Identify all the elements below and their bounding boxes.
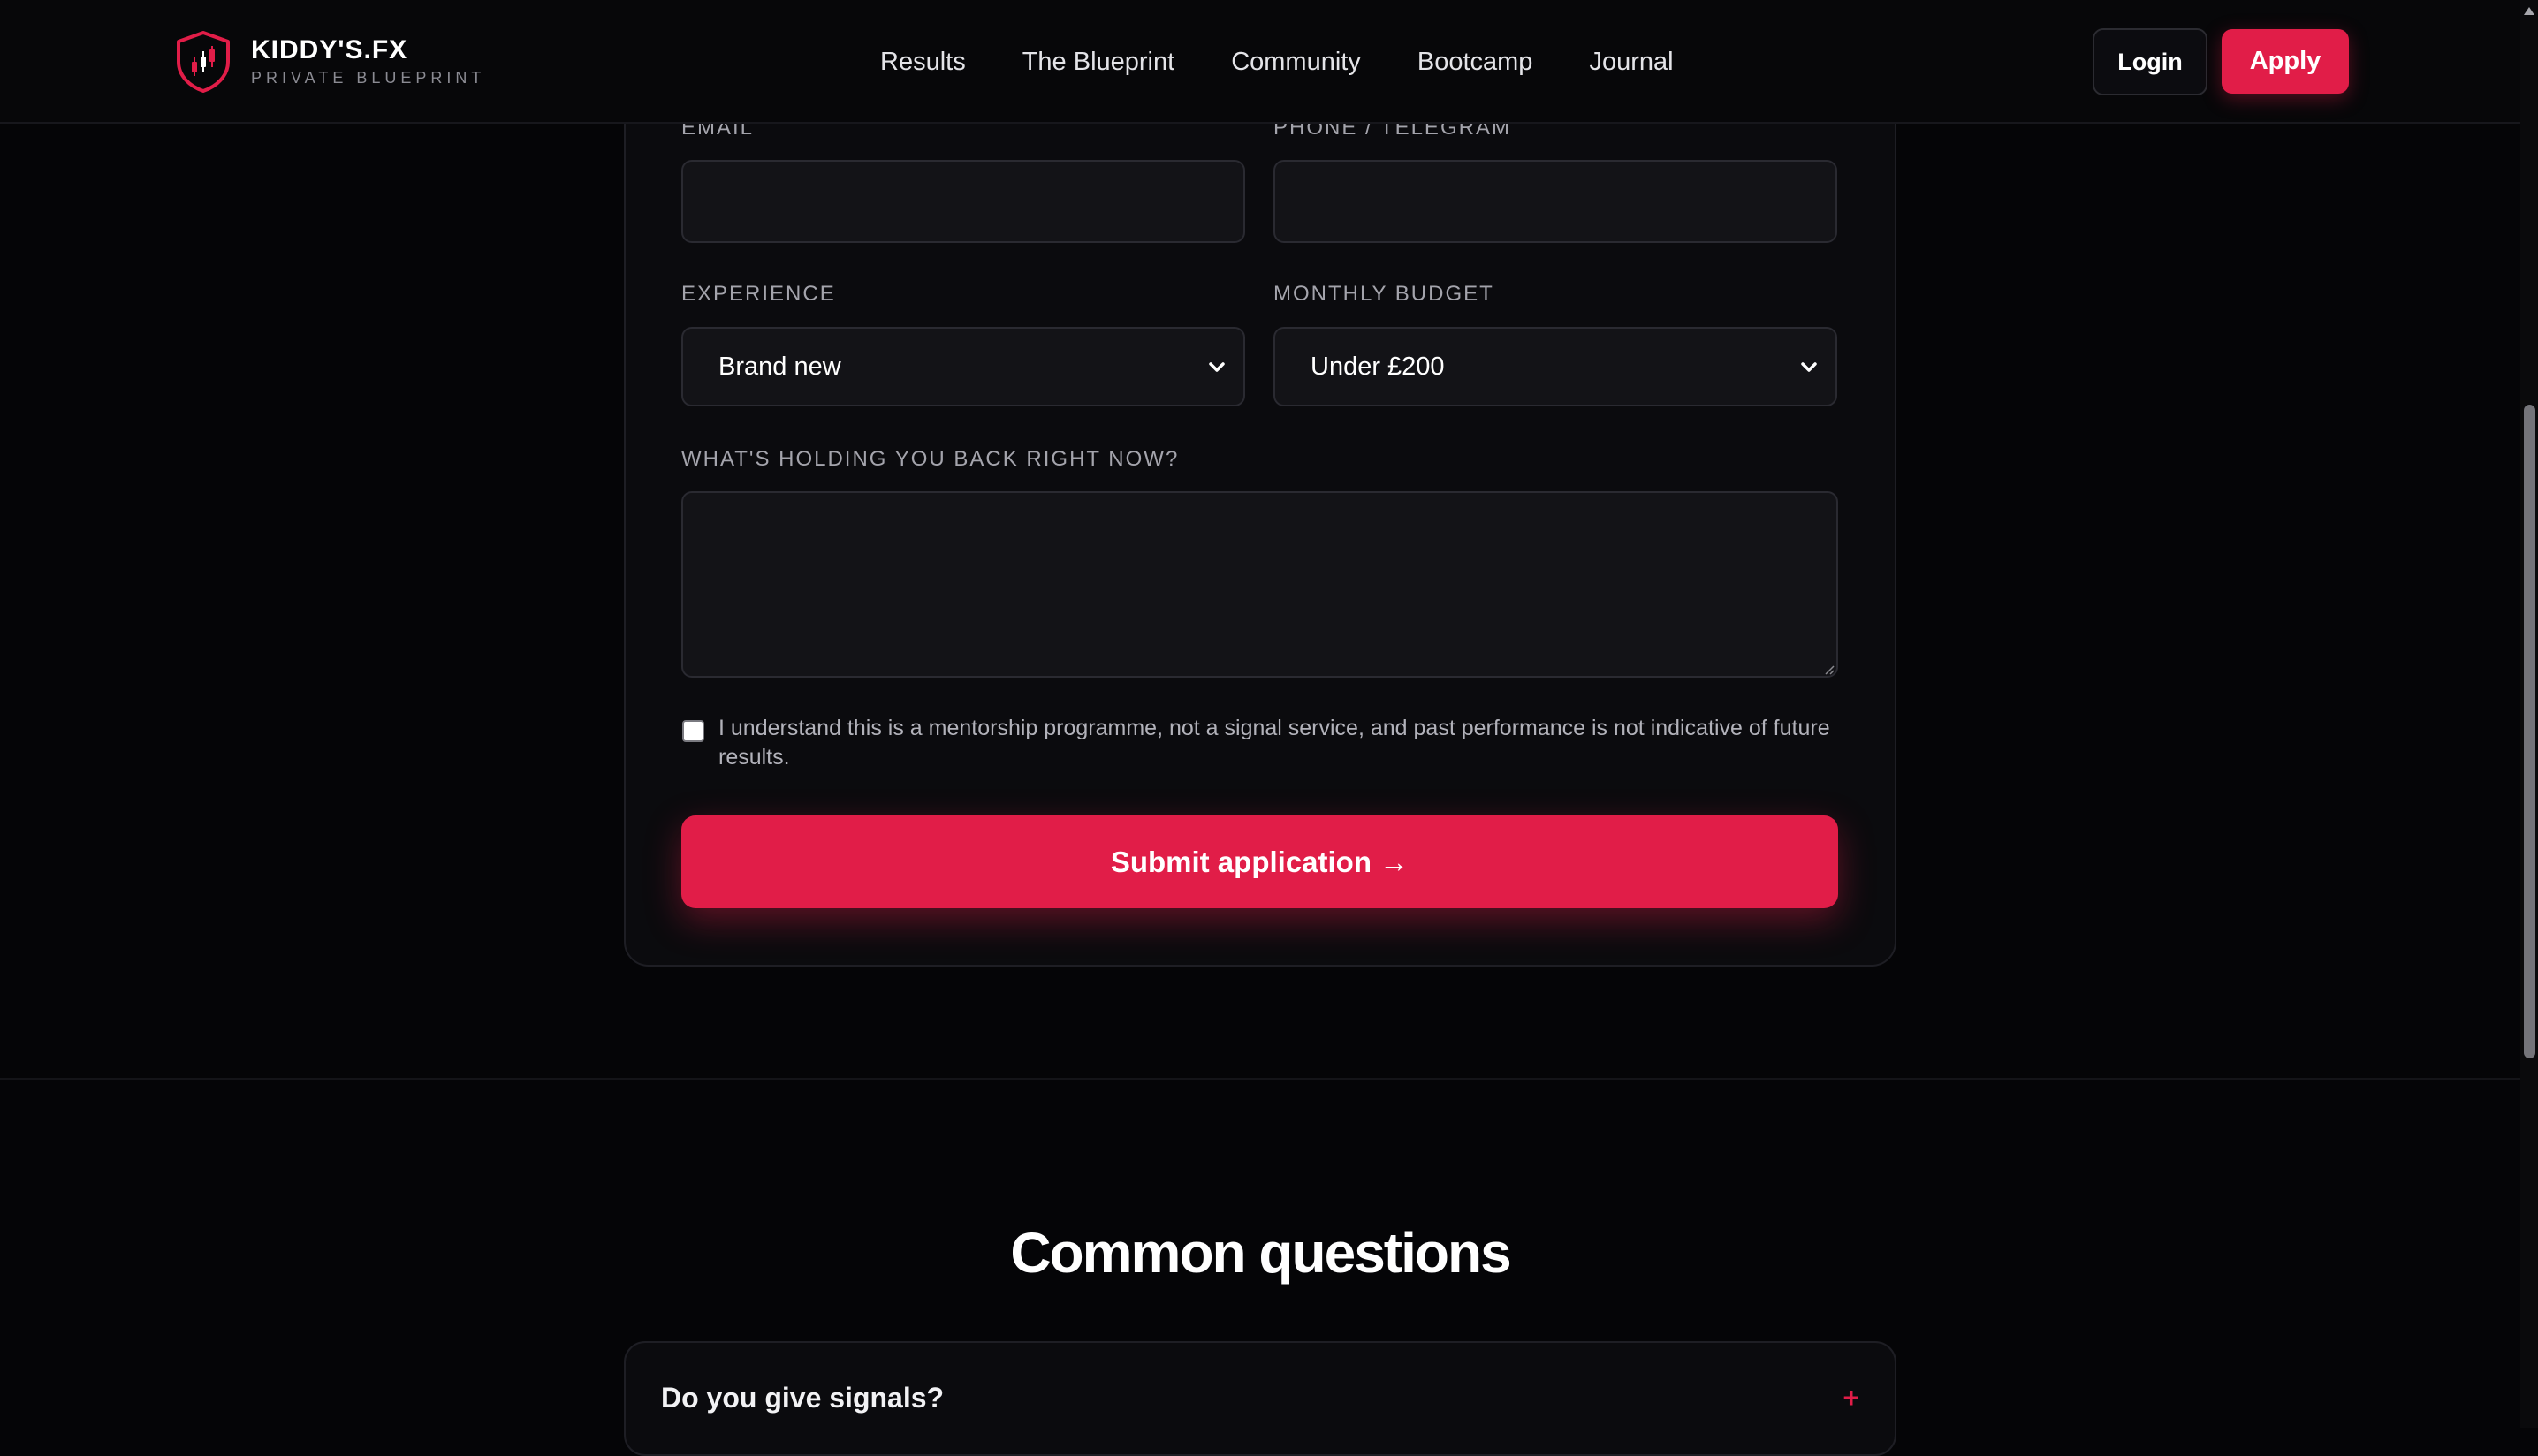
brand-text: KIDDY'S.FX PRIVATE BLUEPRINT [251,34,485,89]
main-nav: Results The Blueprint Community Bootcamp… [880,41,1674,83]
experience-select[interactable]: Brand new [681,327,1245,406]
submit-application-button[interactable]: Submit application → [681,815,1838,908]
nav-link-the-blueprint[interactable]: The Blueprint [1022,41,1175,83]
monthly-budget-select-value: Under £200 [1311,352,1445,381]
brand-logo-link[interactable]: KIDDY'S.FX PRIVATE BLUEPRINT [175,30,485,94]
experience-select-value: Brand new [718,352,841,381]
chevron-down-icon [1801,362,1817,372]
nav-link-community[interactable]: Community [1231,41,1361,83]
holding-back-label: WHAT'S HOLDING YOU BACK RIGHT NOW? [681,447,1180,471]
monthly-budget-select[interactable]: Under £200 [1273,327,1837,406]
nav-link-results[interactable]: Results [880,41,966,83]
nav-link-journal[interactable]: Journal [1589,41,1673,83]
brand-tagline: PRIVATE BLUEPRINT [251,69,486,87]
site-header: KIDDY'S.FX PRIVATE BLUEPRINT Results The… [0,0,2520,124]
brand-name: KIDDY'S.FX [251,34,485,66]
nav-link-bootcamp[interactable]: Bootcamp [1417,41,1533,83]
page-scrollbar[interactable] [2520,0,2538,1428]
consent-checkbox[interactable] [682,720,704,742]
experience-label: EXPERIENCE [681,282,836,306]
chevron-down-icon [1209,362,1225,372]
scroll-up-arrow-icon[interactable] [2524,7,2534,15]
faq-title: Common questions [1010,1221,1511,1285]
shield-candlestick-icon [177,31,230,93]
section-divider [0,1078,2520,1080]
brand-name-suffix: .FX [363,35,408,64]
holding-back-textarea[interactable] [681,491,1838,678]
consent-text: I understand this is a mentorship progra… [718,716,1830,770]
faq-question: Do you give signals? [661,1382,945,1414]
monthly-budget-label: MONTHLY BUDGET [1273,282,1494,306]
resize-grip-icon[interactable] [1824,664,1835,675]
plus-icon: + [1843,1382,1859,1414]
scrollbar-thumb[interactable] [2524,405,2535,1058]
email-input[interactable] [681,160,1245,243]
brand-name-main: KIDDY'S [251,35,364,64]
login-button[interactable]: Login [2093,28,2207,95]
phone-telegram-input[interactable] [1273,160,1837,243]
apply-button[interactable]: Apply [2222,29,2349,94]
faq-item[interactable]: Do you give signals? + [624,1341,1896,1456]
